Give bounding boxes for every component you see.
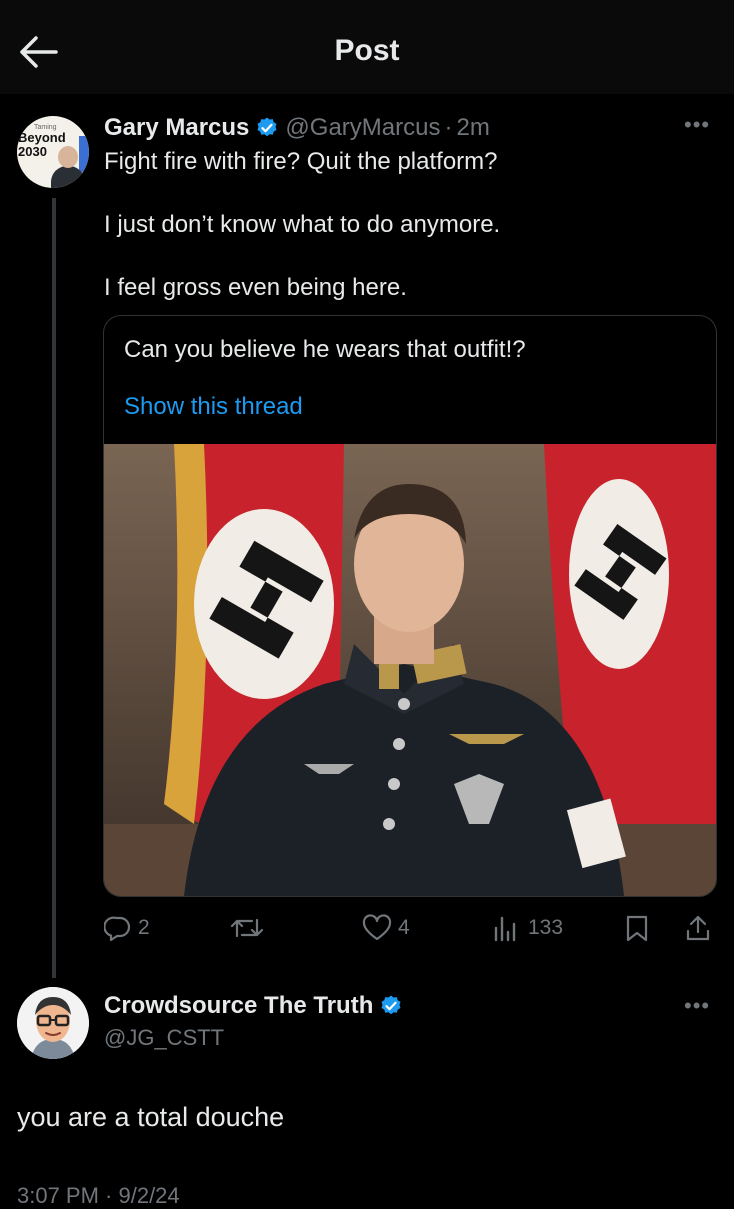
reply-author-handle[interactable]: @JG_CSTT [104,1025,224,1051]
show-thread-link[interactable]: Show this thread [124,393,303,421]
tweet-text: Fight fire with fire? Quit the platform?… [104,146,714,303]
author-avatar[interactable]: Taming Beyond 2030 [17,116,89,188]
reply-author-name[interactable]: Crowdsource The Truth [104,992,373,1020]
post-time[interactable]: 2m [456,114,489,142]
repost-button[interactable] [230,908,270,948]
cartoon-face-avatar [17,987,89,1059]
top-bar: Post [0,0,734,94]
avatar-figure-head [58,146,78,168]
tweet-line-1: Fight fire with fire? Quit the platform? [104,148,498,175]
reply-more-options-icon[interactable]: ••• [684,993,710,1019]
tweet-line-2: I just don’t know what to do anymore. [104,211,501,238]
separator-dot: · [444,114,453,141]
action-bar: 2 4 133 [104,908,716,948]
heart-icon [362,914,392,941]
like-count: 4 [398,916,410,939]
reply-count: 2 [138,916,150,939]
view-count: 133 [528,916,564,939]
repost-icon [230,918,264,938]
avatar-figure-body [51,166,85,188]
share-button[interactable] [684,908,718,948]
reply-author-avatar[interactable] [17,987,89,1059]
quoted-post-card[interactable]: Can you believe he wears that outfit!? S… [103,315,717,897]
verified-badge-icon [257,117,277,137]
reply-button[interactable]: 2 [104,908,150,948]
views-button[interactable]: 133 [492,908,563,948]
more-options-icon[interactable]: ••• [684,112,710,138]
reply-timestamp[interactable]: 3:07 PM · 9/2/24 [17,1183,180,1209]
tweet-line-3: I feel gross even being here. [104,274,407,301]
share-icon [686,915,710,941]
author-handle[interactable]: @GaryMarcus [285,114,440,142]
reply-author-name-row: Crowdsource The Truth [104,992,409,1020]
avatar-decoration [79,136,89,172]
reply-text: you are a total douche [17,1102,285,1132]
author-name[interactable]: Gary Marcus [104,114,249,142]
quoted-text: Can you believe he wears that outfit!? [124,336,526,363]
thread-connector-line [52,198,56,978]
bookmark-button[interactable] [624,908,656,948]
photo-of-uniformed-man-with-flags [104,444,716,896]
like-button[interactable]: 4 [362,908,410,948]
verified-badge-icon [381,995,401,1015]
page-title: Post [334,34,400,67]
bookmark-icon [626,915,648,942]
quoted-image[interactable] [104,444,716,896]
reply-icon [104,916,131,942]
tweet-header: Gary Marcus @GaryMarcus · 2m [104,111,490,145]
views-icon [494,916,516,942]
